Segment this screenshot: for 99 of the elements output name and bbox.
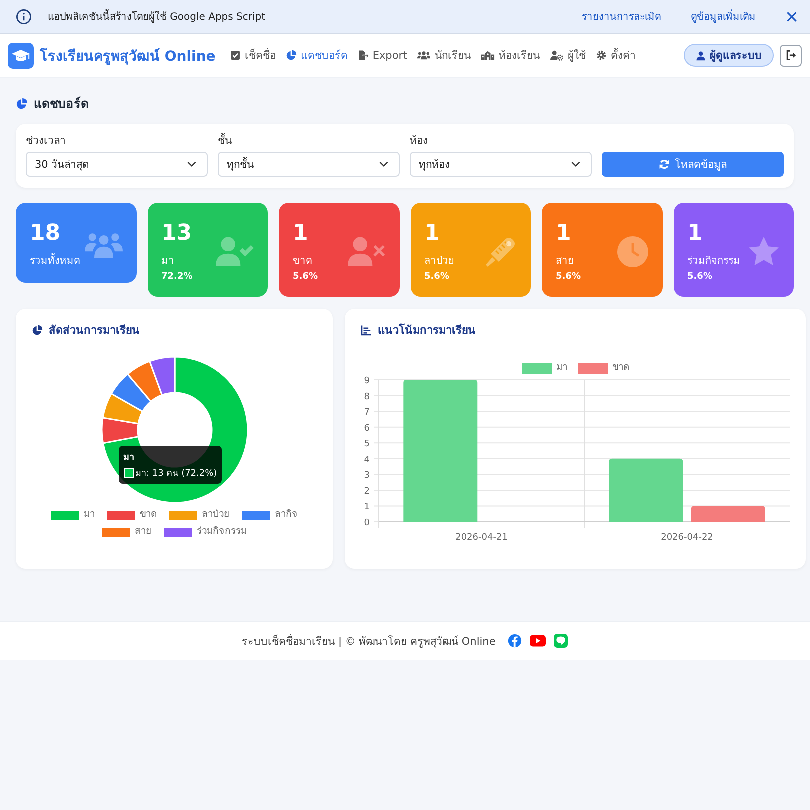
legend-label[interactable]: ขาด bbox=[612, 362, 630, 374]
legend-label[interactable]: ลากิจ bbox=[275, 509, 298, 521]
load-button[interactable]: โหลดข้อมูล bbox=[602, 152, 784, 177]
chevron-down-icon bbox=[379, 161, 389, 168]
stat-value: 1 bbox=[293, 221, 308, 247]
legend-label[interactable]: มา bbox=[84, 509, 95, 521]
legend-label[interactable]: ลาป่วย bbox=[202, 509, 230, 521]
settings-icon bbox=[596, 50, 608, 61]
stat-percent: 5.6% bbox=[424, 271, 450, 283]
stat-label: มา bbox=[162, 255, 174, 269]
y-tick-label: 7 bbox=[364, 408, 370, 418]
user-check-icon bbox=[216, 236, 254, 268]
stat-percent: 72.2% bbox=[162, 271, 193, 283]
y-tick-label: 9 bbox=[364, 376, 370, 386]
y-tick-label: 1 bbox=[364, 502, 370, 513]
x-tick-label: 2026-04-22 bbox=[661, 533, 714, 543]
y-tick-label: 2 bbox=[364, 486, 370, 497]
building-icon bbox=[481, 50, 496, 61]
user-button[interactable]: ผู้ดูแลระบบ bbox=[684, 44, 774, 67]
nav-link[interactable]: Export bbox=[358, 50, 408, 62]
close-icon[interactable] bbox=[786, 10, 798, 22]
y-tick-label: 4 bbox=[364, 455, 370, 466]
stat-value: 13 bbox=[162, 221, 192, 247]
legend-swatch-icon[interactable] bbox=[169, 510, 197, 520]
user-x-icon bbox=[348, 236, 386, 268]
select-field[interactable]: ทุกชั้น bbox=[218, 152, 400, 177]
stat-percent: 5.6% bbox=[688, 271, 712, 283]
video-play-icon[interactable] bbox=[530, 635, 546, 647]
logout-button[interactable] bbox=[780, 44, 802, 66]
stat-percent: 5.6% bbox=[293, 271, 318, 283]
legend-swatch-icon[interactable] bbox=[51, 510, 79, 520]
field-label: ห้อง bbox=[410, 134, 429, 148]
field-label: ชั้น bbox=[218, 134, 233, 148]
y-tick-label: 5 bbox=[364, 440, 370, 450]
facebook-icon[interactable] bbox=[508, 634, 522, 648]
card-title: แนวโน้มการมาเรียน bbox=[378, 322, 476, 339]
stat-value: 1 bbox=[556, 221, 572, 247]
user-gear-icon bbox=[550, 50, 564, 61]
x-tick-label: 2026-04-21 bbox=[456, 533, 508, 543]
legend-swatch-icon[interactable] bbox=[164, 528, 192, 536]
nav-link[interactable]: เช็คชื่อ bbox=[230, 47, 276, 64]
brand-name[interactable]: โรงเรียนครูพสุวัฒน์ Online bbox=[40, 44, 216, 66]
stat-label: รวมทั้งหมด bbox=[30, 255, 80, 269]
chevron-down-icon bbox=[187, 161, 197, 168]
check-square-icon bbox=[230, 50, 241, 61]
sign-out-icon bbox=[786, 50, 796, 61]
bar-chart-icon bbox=[361, 324, 372, 336]
select-field[interactable]: ทุกห้อง bbox=[410, 152, 592, 177]
stat-value: 18 bbox=[30, 221, 61, 247]
nav-link[interactable]: ตั้งค่า bbox=[596, 47, 636, 64]
banner-message: แอปพลิเคชันนี้สร้างโดยผู้ใช้ Google Apps Script bbox=[48, 9, 552, 24]
clock-icon bbox=[616, 236, 648, 268]
graduation-cap-icon[interactable] bbox=[8, 42, 34, 68]
file-export-icon bbox=[358, 50, 369, 61]
stat-value: 1 bbox=[424, 221, 440, 247]
stat-percent: 5.6% bbox=[556, 271, 581, 283]
stat-label: สาย bbox=[556, 255, 574, 269]
tooltip-title: มา bbox=[124, 452, 136, 464]
footer-text: ระบบเช็คชื่อมาเรียน | © พัฒนาโดย ครูพสุวัฒน์ Online bbox=[242, 633, 496, 650]
thermometer-icon bbox=[485, 236, 517, 268]
nav-link[interactable]: นักเรียน bbox=[417, 47, 472, 64]
y-tick-label: 3 bbox=[364, 471, 370, 482]
pie-chart-icon bbox=[32, 324, 43, 336]
legend-swatch-icon bbox=[124, 468, 134, 478]
legend-label[interactable]: ร่วมกิจกรรม bbox=[197, 526, 247, 538]
tooltip-text: มา: 13 คน (72.2%) bbox=[136, 468, 218, 480]
y-tick-label: 6 bbox=[364, 424, 370, 434]
nav-link[interactable]: ห้องเรียน bbox=[481, 47, 540, 64]
chevron-down-icon bbox=[571, 161, 581, 168]
banner-link[interactable]: รายงานการละเมิด bbox=[582, 9, 661, 24]
user-icon bbox=[696, 50, 706, 60]
legend-label[interactable]: มา bbox=[556, 362, 568, 374]
nav-link[interactable]: ผู้ใช้ bbox=[550, 47, 586, 64]
legend-swatch-icon[interactable] bbox=[522, 362, 552, 374]
pie-chart-icon bbox=[16, 98, 28, 110]
legend-swatch-icon[interactable] bbox=[578, 362, 608, 374]
info-icon bbox=[16, 8, 32, 24]
stat-label: ขาด bbox=[293, 255, 312, 269]
field-label: ช่วงเวลา bbox=[26, 134, 67, 148]
pie-chart-icon bbox=[286, 50, 297, 61]
stat-value: 1 bbox=[688, 221, 703, 247]
users-icon bbox=[417, 50, 432, 61]
star-icon bbox=[748, 236, 780, 268]
select-field[interactable]: 30 วันล่าสุด bbox=[26, 152, 208, 177]
legend-label[interactable]: ขาด bbox=[140, 509, 157, 521]
stat-label: ลาป่วย bbox=[424, 255, 454, 269]
legend-swatch-icon[interactable] bbox=[107, 510, 135, 520]
legend-swatch-icon[interactable] bbox=[242, 510, 270, 520]
legend-label[interactable]: สาย bbox=[135, 526, 152, 538]
y-tick-label: 0 bbox=[364, 518, 370, 528]
nav-link[interactable]: แดชบอร์ด bbox=[286, 47, 348, 64]
legend-swatch-icon[interactable] bbox=[102, 528, 130, 536]
stat-label: ร่วมกิจกรรม bbox=[688, 255, 740, 269]
y-tick-label: 8 bbox=[364, 392, 370, 402]
banner-link[interactable]: ดูข้อมูลเพิ่มเติม bbox=[691, 9, 756, 24]
page-title: แดชบอร์ด bbox=[34, 95, 89, 113]
refresh-icon bbox=[659, 159, 670, 170]
chat-bubble-icon[interactable] bbox=[554, 634, 568, 648]
card-title: สัดส่วนการมาเรียน bbox=[49, 323, 140, 339]
